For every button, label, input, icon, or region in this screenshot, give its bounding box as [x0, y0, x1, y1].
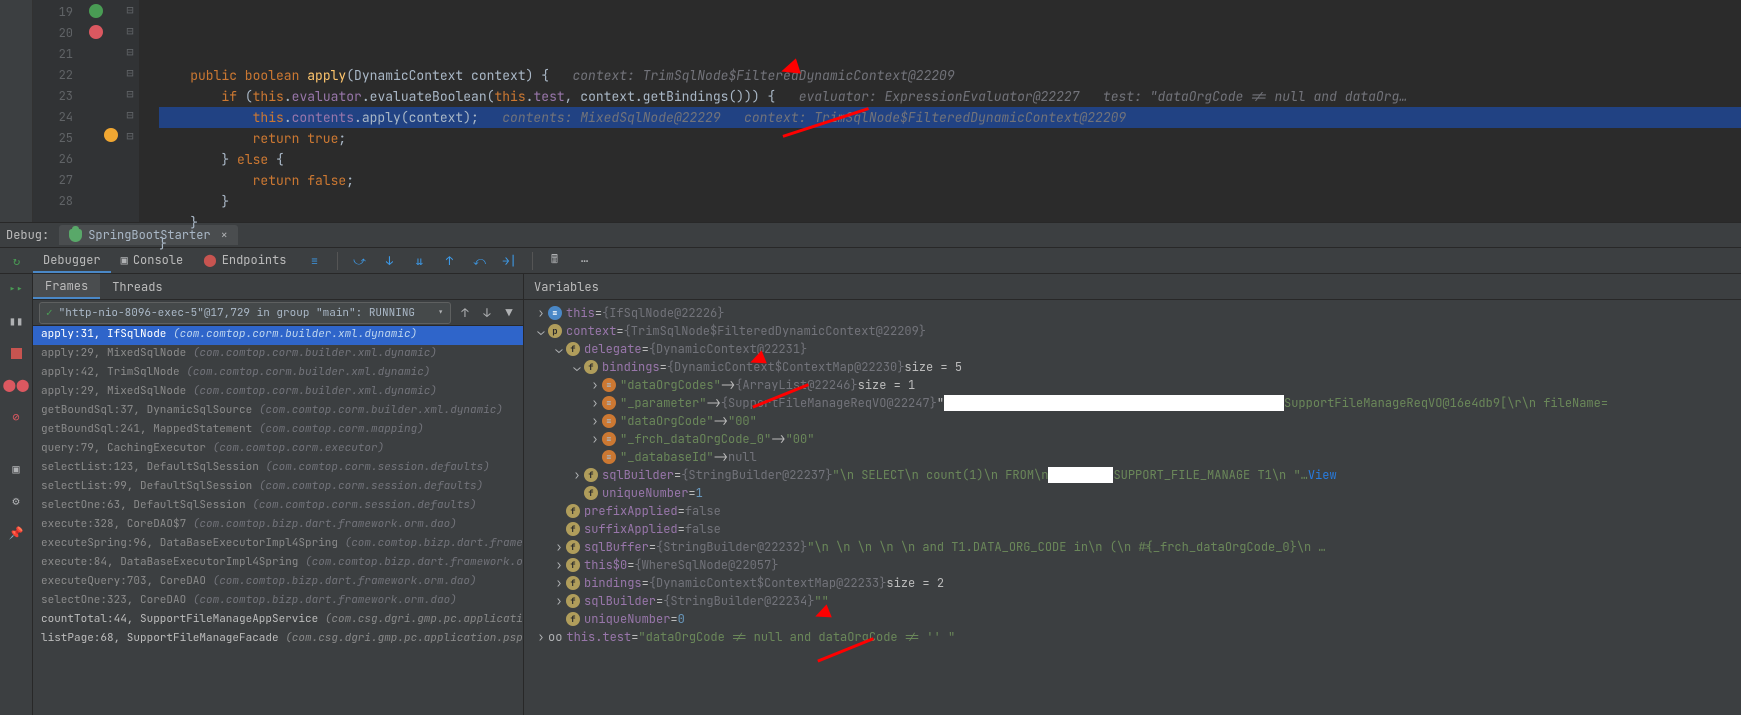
filter-frames-icon[interactable]: ▼ [501, 305, 517, 321]
tree-toggle-icon[interactable]: › [588, 413, 602, 429]
frame-item[interactable]: apply:29, MixedSqlNode (com.comtop.corm.… [33, 383, 523, 402]
frame-item[interactable]: apply:29, MixedSqlNode (com.comtop.corm.… [33, 345, 523, 364]
frames-list[interactable]: apply:31, IfSqlNode (com.comtop.corm.bui… [33, 326, 523, 715]
thread-dropdown[interactable]: ✓ "http-nio-8096-exec-5"@17,729 in group… [39, 302, 451, 324]
tab-debugger[interactable]: Debugger [33, 248, 111, 273]
frames-panel: Frames Threads ✓ "http-nio-8096-exec-5"@… [33, 274, 524, 715]
view-breakpoints-icon[interactable]: ⬤⬤ [7, 376, 25, 394]
variable-row[interactable]: fsuffixApplied = false [530, 520, 1735, 538]
frame-item[interactable]: selectList:99, DefaultSqlSession (com.co… [33, 478, 523, 497]
variable-row[interactable]: fprefixApplied = false [530, 502, 1735, 520]
frame-item[interactable]: query:79, CachingExecutor (com.comtop.co… [33, 440, 523, 459]
frame-item[interactable]: selectOne:323, CoreDAO (com.comtop.bizp.… [33, 592, 523, 611]
frame-item[interactable]: executeQuery:703, CoreDAO (com.comtop.bi… [33, 573, 523, 592]
camera-icon[interactable]: ▣ [7, 460, 25, 478]
variable-row[interactable]: ⌄fbindings = {DynamicContext$ContextMap@… [530, 358, 1735, 376]
line-number-gutter: 19202122232425262728 [33, 0, 81, 222]
debug-main-panel: ▸▸ ▮▮ ⬤⬤ ⊘ ▣ ⚙ 📌 Frames Threads ✓ "http-… [0, 274, 1741, 715]
variables-tree[interactable]: ›≡this = {IfSqlNode@22226}⌄pcontext = {T… [524, 300, 1741, 715]
variables-header: Variables [524, 274, 1741, 300]
variable-row[interactable]: ⌄fdelegate = {DynamicContext@22231} [530, 340, 1735, 358]
tree-toggle-icon[interactable]: ⌄ [570, 359, 584, 375]
frame-item[interactable]: apply:42, TrimSqlNode (com.comtop.corm.b… [33, 364, 523, 383]
frame-item[interactable]: countTotal:44, SupportFileManageAppServi… [33, 611, 523, 630]
frame-item[interactable]: execute:84, DataBaseExecutorImpl4Spring … [33, 554, 523, 573]
intention-bulb-icon[interactable] [104, 128, 118, 142]
settings-gear-icon[interactable]: ⚙ [7, 492, 25, 510]
tree-toggle-icon[interactable]: › [552, 593, 566, 609]
tree-toggle-icon[interactable]: ⌄ [534, 323, 548, 339]
tree-toggle-icon[interactable]: › [534, 629, 548, 645]
debug-bug-icon [69, 229, 82, 242]
fold-column[interactable]: ⊟⊟⊟⊟⊟⊟⊟ [121, 0, 139, 222]
code-body[interactable]: public boolean apply(DynamicContext cont… [139, 0, 1741, 222]
tree-toggle-icon[interactable]: › [552, 557, 566, 573]
variable-row[interactable]: ›≡"dataOrgCode" -> "00" [530, 412, 1735, 430]
tree-toggle-icon[interactable]: ⌄ [552, 341, 566, 357]
mute-breakpoints-icon[interactable]: ⊘ [7, 408, 25, 426]
frame-item[interactable]: listPage:68, SupportFileManageFacade (co… [33, 630, 523, 649]
variable-row[interactable]: ›≡"_frch_dataOrgCode_0" -> "00" [530, 430, 1735, 448]
tree-toggle-icon[interactable]: › [552, 539, 566, 555]
rerun-icon[interactable]: ↻ [9, 253, 25, 269]
frame-item[interactable]: selectList:123, DefaultSqlSession (com.c… [33, 459, 523, 478]
thread-name: "http-nio-8096-exec-5"@17,729 in group "… [59, 306, 415, 320]
variable-row[interactable]: ›≡"dataOrgCodes" -> {ArrayList@22246} si… [530, 376, 1735, 394]
tree-toggle-icon[interactable]: › [588, 377, 602, 393]
variable-row[interactable]: ›≡"_parameter" -> {SupportFileManageReqV… [530, 394, 1735, 412]
debug-label: Debug: [6, 227, 49, 243]
tree-toggle-icon[interactable]: › [588, 431, 602, 447]
frame-item[interactable]: executeSpring:96, DataBaseExecutorImpl4S… [33, 535, 523, 554]
thread-selector-row: ✓ "http-nio-8096-exec-5"@17,729 in group… [33, 300, 523, 326]
chevron-down-icon: ▾ [437, 306, 444, 320]
tree-toggle-icon[interactable]: › [570, 467, 584, 483]
tree-toggle-icon[interactable]: › [534, 305, 548, 321]
tab-frames[interactable]: Frames [33, 274, 100, 299]
frame-item[interactable]: apply:31, IfSqlNode (com.comtop.corm.bui… [33, 326, 523, 345]
check-icon: ✓ [46, 306, 53, 320]
variable-row[interactable]: funiqueNumber = 0 [530, 610, 1735, 628]
frame-item[interactable]: execute:328, CoreDAO$7 (com.comtop.bizp.… [33, 516, 523, 535]
variable-row[interactable]: ›fbindings = {DynamicContext$ContextMap@… [530, 574, 1735, 592]
gutter-marks [81, 0, 121, 222]
debug-side-toolbar: ▸▸ ▮▮ ⬤⬤ ⊘ ▣ ⚙ 📌 [0, 274, 33, 715]
frame-item[interactable]: getBoundSql:37, DynamicSqlSource (com.co… [33, 402, 523, 421]
variable-row[interactable]: ›fthis$0 = {WhereSqlNode@22057} [530, 556, 1735, 574]
tree-toggle-icon[interactable]: › [588, 395, 602, 411]
resume-program-icon[interactable]: ▸▸ [7, 280, 25, 298]
variable-row[interactable]: ›≡this = {IfSqlNode@22226} [530, 304, 1735, 322]
variable-row[interactable]: ›fsqlBuffer = {StringBuilder@22232} "\n … [530, 538, 1735, 556]
prev-frame-icon[interactable]: ↑ [457, 305, 473, 321]
stop-icon[interactable] [7, 344, 25, 362]
frame-item[interactable]: getBoundSql:241, MappedStatement (com.co… [33, 421, 523, 440]
pin-icon[interactable]: 📌 [7, 524, 25, 542]
pause-program-icon[interactable]: ▮▮ [7, 312, 25, 330]
variable-row[interactable]: funiqueNumber = 1 [530, 484, 1735, 502]
variable-row[interactable]: ›fsqlBuilder = {StringBuilder@22234} "" [530, 592, 1735, 610]
code-editor[interactable]: 19202122232425262728 ⊟⊟⊟⊟⊟⊟⊟ public bool… [0, 0, 1741, 222]
variable-row[interactable]: ≡"_databaseId" -> null [530, 448, 1735, 466]
next-frame-icon[interactable]: ↓ [479, 305, 495, 321]
editor-left-strip [0, 0, 33, 222]
variable-row[interactable]: ›oothis.test = "dataOrgCode != null and … [530, 628, 1735, 646]
tree-toggle-icon[interactable]: › [552, 575, 566, 591]
variables-panel: Variables ›≡this = {IfSqlNode@22226}⌄pco… [524, 274, 1741, 715]
tab-threads[interactable]: Threads [100, 274, 174, 299]
frame-item[interactable]: selectOne:63, DefaultSqlSession (com.com… [33, 497, 523, 516]
variable-row[interactable]: ⌄pcontext = {TrimSqlNode$FilteredDynamic… [530, 322, 1735, 340]
variable-row[interactable]: ›fsqlBuilder = {StringBuilder@22237} "\n… [530, 466, 1735, 484]
